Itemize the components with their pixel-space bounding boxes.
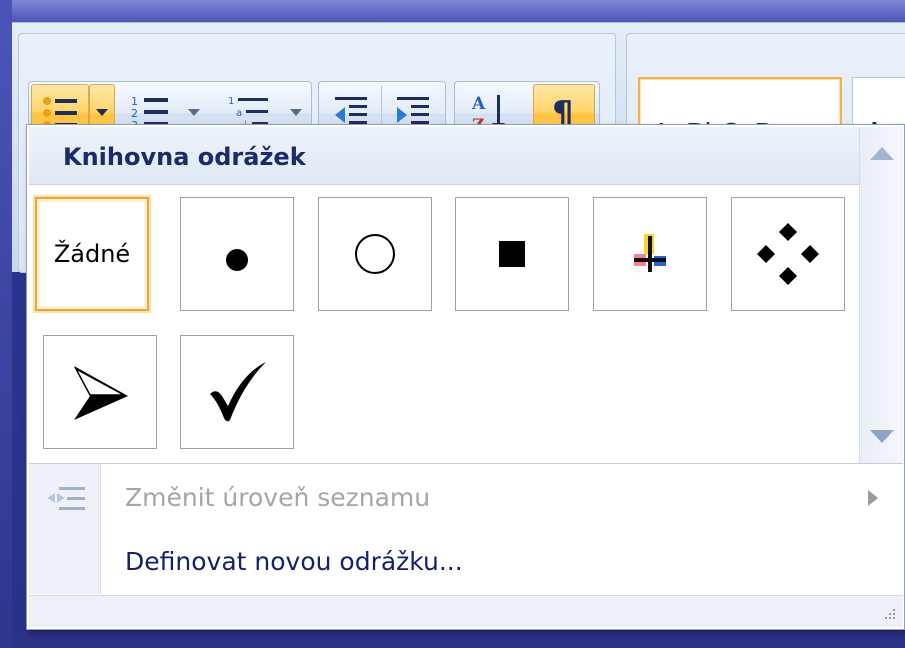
svg-text:1: 1	[228, 96, 234, 107]
scroll-up-button[interactable]	[868, 141, 896, 165]
svg-text:A: A	[471, 94, 486, 114]
bullet-library-menu: Knihovna odrážek Žádné Změnit úroveň sez…	[26, 124, 905, 630]
bullet-tile-four-diamonds[interactable]	[731, 197, 845, 311]
colored-cross-icon	[634, 234, 666, 272]
change-list-level-label: Změnit úroveň seznamu	[125, 483, 431, 512]
slide-top-band	[0, 0, 905, 22]
list-level-icon	[47, 487, 85, 510]
bullet-tile-checkmark[interactable]	[180, 335, 294, 449]
define-new-bullet-label: Definovat novou odrážku...	[125, 547, 463, 576]
menu-footer	[29, 595, 903, 627]
change-list-level-item[interactable]: Změnit úroveň seznamu	[29, 467, 903, 529]
bullet-tile-hollow-circle[interactable]	[318, 197, 432, 311]
menu-header: Knihovna odrážek	[29, 127, 859, 185]
arrowhead-icon	[74, 366, 128, 420]
gallery-scrollbar[interactable]	[859, 127, 903, 463]
chevron-down-icon	[188, 109, 200, 116]
submenu-arrow-icon	[868, 490, 878, 506]
chevron-down-icon	[870, 430, 894, 443]
chevron-up-icon	[870, 147, 894, 160]
bullet-tile-filled-circle[interactable]	[180, 197, 294, 311]
resize-grip-icon[interactable]	[881, 607, 897, 621]
filled-square-icon	[499, 241, 525, 267]
menu-separator	[29, 463, 903, 464]
svg-text:a: a	[236, 108, 242, 119]
chevron-down-icon	[96, 109, 108, 116]
slide-left-band	[0, 0, 12, 648]
bullet-tile-arrowhead[interactable]	[43, 335, 157, 449]
checkmark-icon	[210, 362, 266, 422]
bullet-none-label: Žádné	[53, 240, 131, 268]
filled-circle-icon	[226, 249, 248, 271]
bullet-gallery: Žádné	[31, 185, 859, 463]
bullet-tile-none[interactable]: Žádné	[35, 197, 149, 311]
chevron-down-icon	[290, 109, 302, 116]
define-new-bullet-item[interactable]: Definovat novou odrážku...	[29, 531, 903, 593]
four-diamonds-icon	[757, 223, 819, 285]
scroll-down-button[interactable]	[868, 425, 896, 449]
hollow-circle-icon	[355, 234, 395, 274]
bullet-tile-filled-square[interactable]	[455, 197, 569, 311]
bullet-tile-colored-cross[interactable]	[593, 197, 707, 311]
